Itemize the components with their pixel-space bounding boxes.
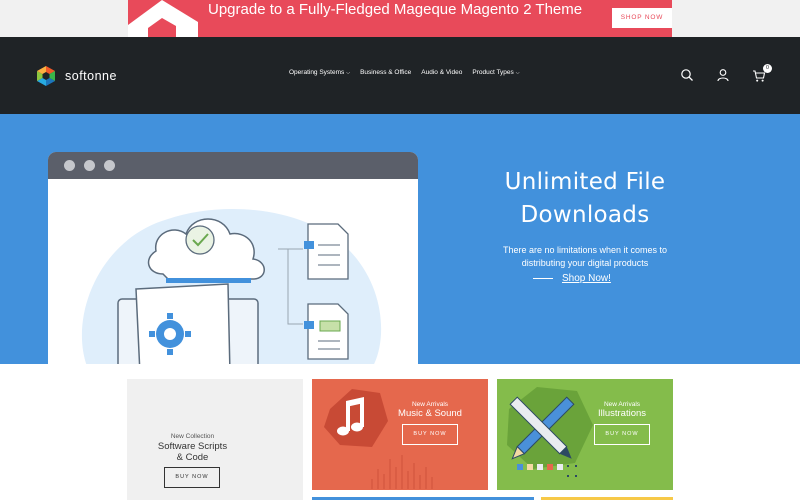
brand-name: softonne: [65, 69, 117, 83]
window-dot-icon: [84, 160, 95, 171]
tile-title: Music & Sound: [398, 408, 462, 419]
search-icon[interactable]: [680, 68, 694, 82]
mageque-logo-icon: [128, 0, 198, 37]
hero-subtitle: There are no limitations when it comes t…: [502, 245, 668, 268]
promo-banner-area: Upgrade to a Fully-Fledged Mageque Magen…: [0, 0, 800, 37]
cta-divider: [533, 278, 553, 279]
category-tile-music[interactable]: New Arrivals Music & Sound BUY NOW: [312, 379, 488, 490]
category-tile-illustrations[interactable]: New Arrivals Illustrations BUY NOW: [497, 379, 673, 490]
promo-text: Upgrade to a Fully-Fledged Mageque Magen…: [208, 1, 583, 18]
category-tile-software[interactable]: New Collection Software Scripts & Code B…: [127, 379, 303, 500]
header-actions: 0: [680, 64, 772, 82]
nav-product-types[interactable]: Product Types ⌵: [472, 69, 519, 76]
brand-logo[interactable]: softonne: [35, 65, 135, 87]
nav-label: Product Types: [472, 69, 514, 76]
window-dot-icon: [64, 160, 75, 171]
hero-cta: Shop Now!: [533, 273, 611, 284]
browser-window-illustration: [48, 152, 418, 364]
hero-title: Unlimited File Downloads: [504, 169, 666, 228]
window-dot-icon: [104, 160, 115, 171]
nav-business-office[interactable]: Business & Office: [360, 69, 411, 76]
buy-now-button[interactable]: BUY NOW: [164, 467, 220, 488]
tile-kicker: New Collection: [170, 433, 215, 440]
site-header: softonne Operating Systems ⌵ Business & …: [0, 37, 800, 114]
nav-label: Operating Systems: [289, 69, 345, 76]
buy-now-button[interactable]: BUY NOW: [402, 424, 458, 445]
buy-now-button[interactable]: BUY NOW: [594, 424, 650, 445]
nav-audio-video[interactable]: Audio & Video: [421, 69, 462, 76]
page: Upgrade to a Fully-Fledged Mageque Magen…: [0, 0, 800, 500]
main-nav: Operating Systems ⌵ Business & Office Au…: [289, 69, 520, 76]
tile-title: Illustrations: [597, 408, 647, 419]
chevron-down-icon: ⌵: [346, 69, 351, 76]
cloud-download-illustration: [81, 209, 382, 364]
chevron-down-icon: ⌵: [515, 69, 520, 76]
nav-label: Business & Office: [360, 69, 412, 76]
softonne-logo-icon: [37, 66, 55, 86]
music-note-icon: [324, 389, 433, 489]
cart-button[interactable]: 0: [752, 64, 772, 82]
shop-now-link[interactable]: Shop Now!: [562, 273, 611, 284]
nav-label: Audio & Video: [421, 69, 463, 76]
nav-operating-systems[interactable]: Operating Systems ⌵: [289, 69, 350, 76]
promo-banner[interactable]: Upgrade to a Fully-Fledged Mageque Magen…: [128, 0, 672, 37]
window-titlebar: [48, 152, 418, 179]
user-icon[interactable]: [716, 68, 730, 82]
promo-shop-now-button[interactable]: SHOP NOW: [612, 8, 672, 28]
tile-title: Software Scripts & Code: [157, 441, 228, 463]
hero-slider: Unlimited File Downloads There are no li…: [0, 114, 800, 364]
cart-count-badge: 0: [763, 64, 772, 73]
